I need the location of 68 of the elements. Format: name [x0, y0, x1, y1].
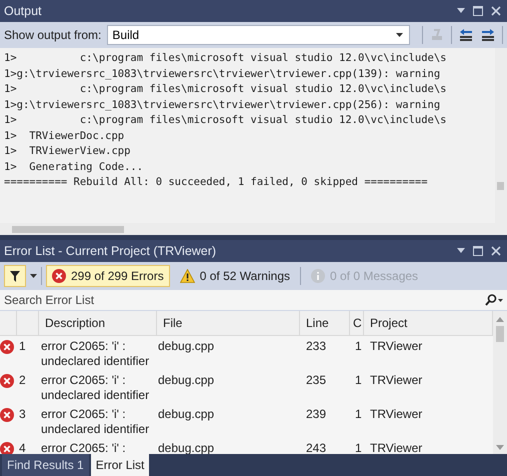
output-line: ========== Rebuild All: 0 succeeded, 1 failed, 0 skipped ========== [4, 175, 429, 190]
filter-toggle[interactable]: 299 of 299 Errors [46, 265, 170, 287]
scroll-thumb[interactable] [497, 182, 504, 190]
column-cell-text: 1 [354, 441, 363, 454]
next-message-icon[interactable] [480, 27, 496, 43]
output-line: 1> c:\program files\microsoft visual studio 12.0\vc\include\s [4, 82, 448, 97]
output-line: 1>g:\trviewersrc_1083\trviewersrc\trviewer\trviewer.cpp(256): warning [4, 98, 442, 112]
error-description: error C2065: 'i' : undeclared identifier [40, 373, 150, 403]
maximize-icon[interactable] [473, 6, 483, 16]
output-source-dropdown[interactable]: Build [107, 25, 410, 45]
column-cell-text: 1 [354, 373, 363, 388]
column-header[interactable]: Description [39, 311, 157, 335]
search-icon[interactable] [485, 294, 503, 306]
output-line: 1> TRViewerView.cpp [4, 144, 132, 159]
search-input[interactable]: Search Error List [4, 293, 485, 307]
line-cell-text: 239 [305, 407, 328, 422]
error-description: error C2065: 'i' : [40, 441, 127, 454]
file-cell-text: debug.cpp [157, 339, 216, 354]
output-line: 1>g:\trviewersrc_1083\trviewersrc\trviewer\trviewer.cpp(139): warning [4, 66, 442, 82]
filter-button[interactable] [4, 265, 26, 287]
dropdown-icon[interactable] [457, 8, 465, 14]
warning-icon [180, 269, 195, 283]
bottom-tab[interactable]: Find Results 1 [2, 454, 89, 476]
row-number: 2 [18, 373, 27, 388]
maximize-icon[interactable] [473, 246, 483, 256]
filter-icon [10, 270, 20, 282]
bottom-tab[interactable]: Error List [90, 454, 150, 476]
show-output-label: Show output from: [4, 28, 102, 42]
project-cell-text: TRViewer [369, 407, 424, 422]
project-cell-text: TRViewer [369, 339, 424, 354]
file-cell-text: debug.cpp [157, 373, 216, 388]
dropdown-caret-icon [396, 33, 403, 37]
column-header[interactable]: C [350, 311, 364, 335]
row-number: 4 [18, 441, 27, 454]
horizontal-scrollbar[interactable] [0, 223, 495, 235]
scroll-thumb[interactable] [12, 226, 124, 232]
output-line: 1> Generating Code... [4, 160, 144, 174]
row-number: 3 [18, 407, 27, 422]
close-icon[interactable] [491, 246, 501, 256]
column-cell-text: 1 [354, 407, 363, 422]
panel-title: Output [4, 4, 42, 18]
column-header[interactable]: Line [300, 311, 350, 335]
vertical-scrollbar[interactable] [493, 311, 507, 454]
project-cell-text: TRViewer [369, 373, 424, 388]
panel-title: Error List - Current Project (TRViewer) [4, 244, 216, 258]
column-cell-text: 1 [354, 339, 363, 354]
error-description: error C2065: 'i' : undeclared identifier [40, 339, 150, 369]
error-icon [52, 269, 66, 283]
row-number: 1 [18, 339, 27, 354]
line-cell-text: 233 [305, 339, 328, 354]
file-cell-text: debug.cpp [157, 407, 216, 422]
column-header[interactable]: File [157, 311, 300, 335]
dropdown-icon[interactable] [30, 274, 37, 278]
output-line: 1> c:\program files\microsoft visual studio 12.0\vc\include\s [4, 51, 448, 66]
info-icon [311, 269, 325, 283]
project-cell-text: TRViewer [369, 441, 424, 454]
filter-toggle[interactable]: 0 of 52 Warnings [174, 265, 296, 287]
scroll-thumb[interactable] [496, 326, 504, 342]
line-cell-text: 235 [305, 373, 328, 388]
close-icon[interactable] [491, 6, 501, 16]
output-line: 1> c:\program files\microsoft visual studio 12.0\vc\include\s [4, 113, 448, 128]
error-description: error C2065: 'i' : undeclared identifier [40, 407, 150, 437]
search-field[interactable]: Search Error List [0, 290, 507, 311]
vertical-scrollbar[interactable] [495, 48, 507, 235]
line-cell-text: 243 [305, 441, 328, 454]
previous-message-icon[interactable] [458, 27, 474, 43]
dropdown-icon[interactable] [457, 248, 465, 254]
output-line: 1> TRViewerDoc.cpp [4, 128, 126, 144]
